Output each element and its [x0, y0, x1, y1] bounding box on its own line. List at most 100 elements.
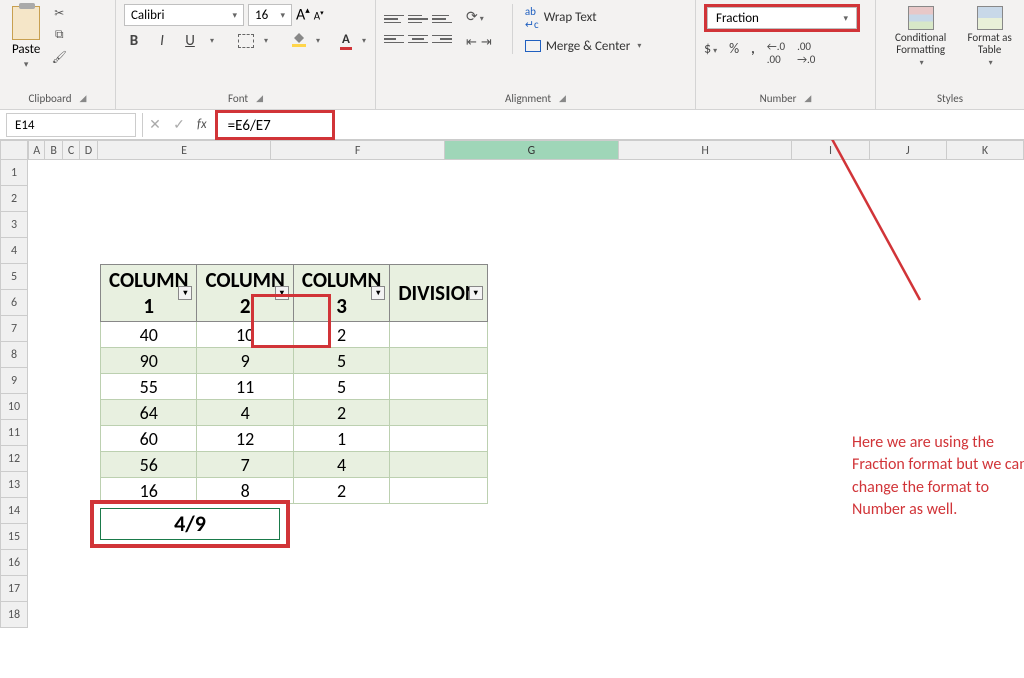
table-cell[interactable]: 2 — [293, 400, 389, 426]
row-header-1[interactable]: 1 — [0, 160, 28, 186]
table-cell[interactable]: 2 — [293, 478, 389, 504]
align-left-button[interactable] — [384, 31, 404, 47]
increase-indent-button[interactable]: ⇥ — [481, 35, 492, 50]
col-header-I[interactable]: I — [792, 140, 869, 160]
table-cell[interactable]: 90 — [101, 348, 197, 374]
row-header-18[interactable]: 18 — [0, 602, 28, 628]
table-cell[interactable]: 55 — [101, 374, 197, 400]
row-header-6[interactable]: 6 — [0, 290, 28, 316]
table-cell[interactable]: 9 — [197, 348, 293, 374]
table-cell[interactable] — [390, 478, 487, 504]
col-header-H[interactable]: H — [619, 140, 793, 160]
increase-decimal-button[interactable]: ←.0.00 — [767, 40, 785, 66]
table-cell[interactable]: 5 — [293, 374, 389, 400]
align-right-button[interactable] — [432, 31, 452, 47]
accounting-format-button[interactable]: $▾ — [704, 40, 717, 66]
number-dialog-launcher[interactable]: ◢ — [804, 93, 811, 104]
increase-font-button[interactable]: A▴ — [296, 5, 310, 24]
row-header-14[interactable]: 14 — [0, 498, 28, 524]
wrap-text-button[interactable]: ab↵cWrap Text — [525, 5, 642, 31]
table-cell[interactable] — [390, 348, 487, 374]
col-header-J[interactable]: J — [870, 140, 947, 160]
table-header-col1[interactable]: COLUMN 1▾ — [101, 265, 197, 322]
number-format-dropdown[interactable]: Fraction▾ — [707, 7, 857, 29]
col-header-A[interactable]: A — [28, 140, 45, 160]
borders-button[interactable] — [238, 34, 254, 48]
cancel-formula-button[interactable]: ✕ — [143, 116, 167, 133]
orientation-button[interactable]: ⟳▾ — [466, 8, 500, 25]
table-header-col2[interactable]: COLUMN 2▾ — [197, 265, 293, 322]
fill-color-button[interactable] — [292, 35, 306, 47]
table-cell[interactable]: 64 — [101, 400, 197, 426]
table-header-division[interactable]: DIVISION▾ — [390, 265, 487, 322]
table-cell[interactable]: 40 — [101, 322, 197, 348]
paste-button[interactable]: Paste ▾ — [8, 4, 44, 72]
row-header-16[interactable]: 16 — [0, 550, 28, 576]
table-cell[interactable] — [390, 322, 487, 348]
conditional-formatting-button[interactable]: Conditional Formatting▾ — [884, 4, 957, 70]
filter-icon[interactable]: ▾ — [275, 286, 289, 300]
table-cell[interactable]: 11 — [197, 374, 293, 400]
row-header-9[interactable]: 9 — [0, 368, 28, 394]
col-header-D[interactable]: D — [80, 140, 97, 160]
table-cell[interactable] — [390, 400, 487, 426]
table-cell[interactable]: 56 — [101, 452, 197, 478]
row-header-7[interactable]: 7 — [0, 316, 28, 342]
font-dialog-launcher[interactable]: ◢ — [256, 93, 263, 104]
filter-icon[interactable]: ▾ — [469, 286, 483, 300]
row-header-5[interactable]: 5 — [0, 264, 28, 290]
row-header-13[interactable]: 13 — [0, 472, 28, 498]
col-header-G[interactable]: G — [445, 140, 619, 160]
table-cell[interactable]: 7 — [197, 452, 293, 478]
table-header-col3[interactable]: COLUMN 3▾ — [293, 265, 389, 322]
table-cell[interactable]: 4 — [293, 452, 389, 478]
decrease-indent-button[interactable]: ⇤ — [466, 35, 477, 50]
table-cell[interactable]: 2 — [293, 322, 389, 348]
col-header-E[interactable]: E — [98, 140, 272, 160]
name-box[interactable]: E14 — [6, 113, 136, 137]
table-cell[interactable]: 8 — [197, 478, 293, 504]
row-header-2[interactable]: 2 — [0, 186, 28, 212]
row-header-17[interactable]: 17 — [0, 576, 28, 602]
decrease-font-button[interactable]: A▾ — [314, 8, 324, 23]
col-header-B[interactable]: B — [45, 140, 62, 160]
table-cell[interactable]: 60 — [101, 426, 197, 452]
alignment-dialog-launcher[interactable]: ◢ — [559, 93, 566, 104]
table-cell[interactable]: 16 — [101, 478, 197, 504]
filter-icon[interactable]: ▾ — [371, 286, 385, 300]
percent-format-button[interactable]: % — [729, 40, 739, 66]
row-header-15[interactable]: 15 — [0, 524, 28, 550]
table-cell[interactable]: 12 — [197, 426, 293, 452]
copy-button[interactable]: ⧉ — [50, 28, 68, 44]
table-cell[interactable]: 4 — [197, 400, 293, 426]
result-cell-E14[interactable]: 4/9 — [100, 508, 280, 540]
col-header-F[interactable]: F — [271, 140, 445, 160]
font-size-dropdown[interactable]: 16▾ — [248, 4, 292, 26]
table-cell[interactable] — [390, 374, 487, 400]
col-header-C[interactable]: C — [63, 140, 80, 160]
row-header-11[interactable]: 11 — [0, 420, 28, 446]
table-cell[interactable] — [390, 452, 487, 478]
merge-center-button[interactable]: Merge & Center▾ — [525, 39, 642, 54]
table-cell[interactable]: 5 — [293, 348, 389, 374]
cut-button[interactable]: ✂ — [50, 6, 68, 22]
row-header-4[interactable]: 4 — [0, 238, 28, 264]
font-name-dropdown[interactable]: Calibri▾ — [124, 4, 244, 26]
formula-input[interactable]: =E6/E7 — [215, 110, 335, 140]
row-header-12[interactable]: 12 — [0, 446, 28, 472]
underline-button[interactable]: U — [180, 32, 200, 50]
fx-button[interactable]: fx — [191, 117, 213, 132]
row-header-3[interactable]: 3 — [0, 212, 28, 238]
bold-button[interactable]: B — [124, 32, 144, 50]
clipboard-dialog-launcher[interactable]: ◢ — [80, 93, 87, 104]
table-cell[interactable]: 10 — [197, 322, 293, 348]
table-cell[interactable] — [390, 426, 487, 452]
row-header-8[interactable]: 8 — [0, 342, 28, 368]
align-middle-button[interactable] — [408, 11, 428, 27]
align-bottom-button[interactable] — [432, 11, 452, 27]
decrease-decimal-button[interactable]: .00→.0 — [797, 40, 815, 66]
align-top-button[interactable] — [384, 11, 404, 27]
align-center-button[interactable] — [408, 31, 428, 47]
row-header-10[interactable]: 10 — [0, 394, 28, 420]
filter-icon[interactable]: ▾ — [178, 286, 192, 300]
